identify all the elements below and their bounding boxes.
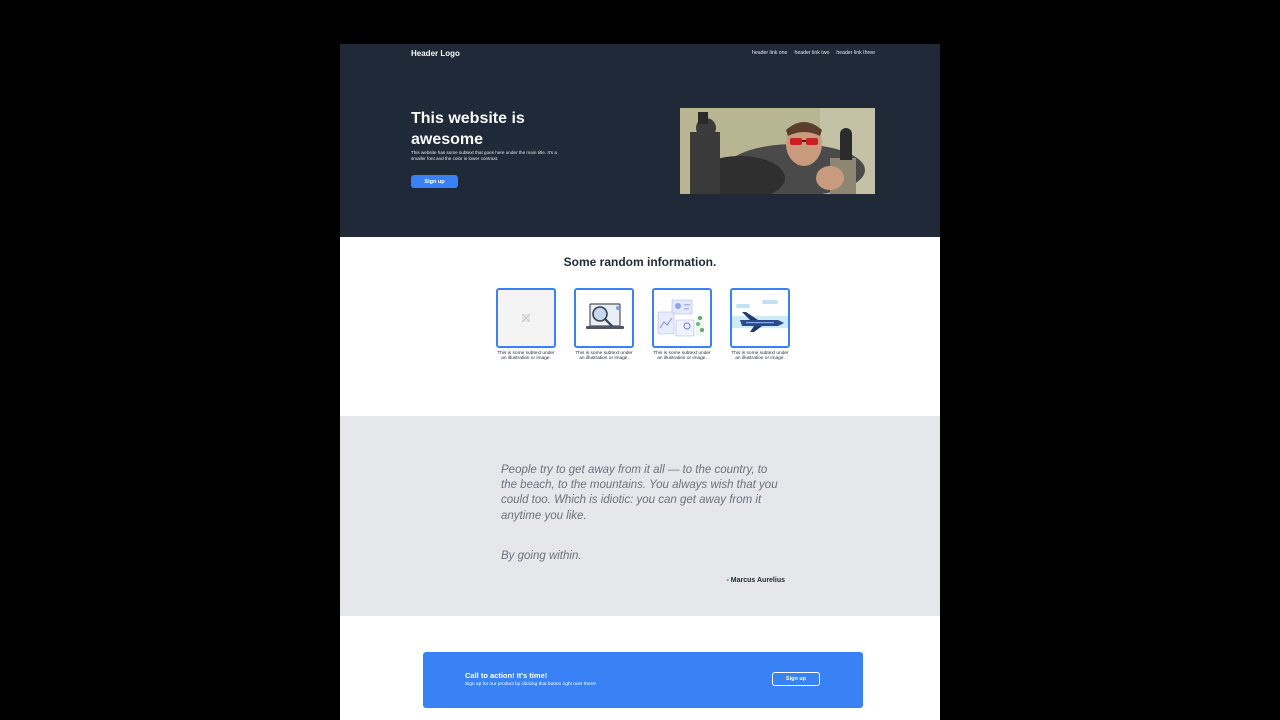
- info-cards: This is some subtext under an illustrati…: [496, 288, 790, 362]
- info-card: This is some subtext under an illustrati…: [730, 288, 790, 362]
- cta-box: Call to action! It's time! Sign up for o…: [423, 652, 863, 708]
- card-text: This is some subtext under an illustrati…: [653, 351, 711, 362]
- header-logo[interactable]: Header Logo: [411, 49, 460, 58]
- info-title: Some random information.: [563, 255, 717, 269]
- hero-section: Header Logo header link one header link …: [340, 44, 940, 237]
- airplane-illustration: [732, 290, 788, 346]
- card-image: [496, 288, 556, 348]
- card-image: [730, 288, 790, 348]
- quote-section: People try to get away from it all — to …: [340, 416, 940, 616]
- broken-image-icon: [498, 290, 554, 346]
- info-card: This is some subtext under an illustrati…: [574, 288, 634, 362]
- hero-title: This website is awesome: [411, 110, 525, 148]
- cta-signup-button[interactable]: Sign up: [772, 672, 820, 686]
- header-link-three[interactable]: header link three: [836, 50, 875, 56]
- hero-image: [680, 108, 875, 194]
- card-text: This is some subtext under an illustrati…: [575, 351, 633, 362]
- info-card: This is some subtext under an illustrati…: [496, 288, 556, 362]
- quote-author: - Marcus Aurelius: [726, 577, 785, 584]
- dashboard-illustration: [654, 290, 710, 346]
- card-text: This is some subtext under an illustrati…: [497, 351, 555, 362]
- hero-subtitle: This website has some subtext that goes …: [411, 150, 557, 161]
- quote-text: People try to get away from it all — to …: [501, 464, 778, 522]
- card-text: This is some subtext under an illustrati…: [731, 351, 789, 362]
- header-link-two[interactable]: header link two: [794, 50, 829, 56]
- page: Header Logo header link one header link …: [340, 44, 940, 720]
- header-link-one[interactable]: header link one: [752, 50, 787, 56]
- laptop-magnifier-illustration: [576, 290, 632, 346]
- hero-signup-button[interactable]: Sign up: [411, 175, 458, 188]
- cta-subtitle: Sign up for our product by clicking that…: [465, 682, 597, 687]
- card-image: [652, 288, 712, 348]
- info-card: This is some subtext under an illustrati…: [652, 288, 712, 362]
- cta-title: Call to action! It's time!: [465, 671, 548, 680]
- card-image: [574, 288, 634, 348]
- header-nav: header link one header link two header l…: [752, 50, 875, 56]
- quote-text-2: By going within.: [501, 550, 582, 562]
